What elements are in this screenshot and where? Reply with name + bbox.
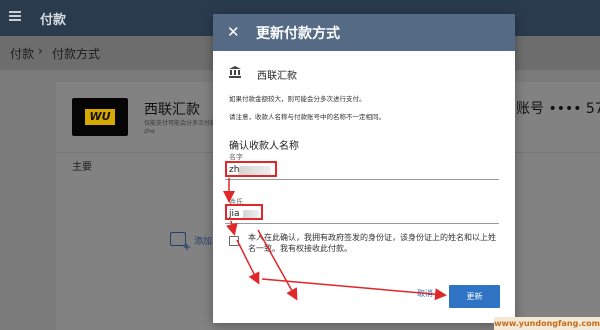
- split-payment-note: 如果付款金额较大，则可能会分多次进行支付。: [229, 95, 366, 103]
- site-watermark: www.yundongfang.com: [494, 317, 600, 330]
- close-icon[interactable]: ✕: [227, 23, 240, 41]
- redacted-first-name: [239, 166, 271, 176]
- bank-name: 西联汇款: [257, 71, 297, 82]
- bank-icon: [229, 66, 241, 78]
- card-account-number: 账号 •••• 5764: [516, 101, 600, 117]
- card-method-name: 西联汇款: [144, 102, 200, 118]
- cancel-button[interactable]: 取消: [417, 288, 433, 299]
- app-title: 付款: [40, 13, 67, 28]
- dialog-title: 更新付款方式: [256, 26, 340, 42]
- update-payment-dialog: ✕ 更新付款方式 西联汇款 如果付款金额较大，则可能会分多次进行支付。 请注意，…: [213, 14, 515, 323]
- breadcrumb-separator: ›: [38, 44, 43, 58]
- last-name-field[interactable]: [225, 204, 499, 224]
- breadcrumb-root[interactable]: 付款: [10, 45, 34, 62]
- confirm-name-heading: 确认收款人名称: [229, 141, 299, 152]
- add-payment-link[interactable]: 添加: [194, 234, 212, 247]
- redacted-last-name: [243, 210, 259, 220]
- name-mismatch-note: 请注意，收款人名称与付款账号中的名称不一定相同。: [229, 113, 385, 121]
- western-union-logo: WU: [72, 98, 128, 136]
- identity-confirm-checkbox[interactable]: [229, 236, 239, 246]
- update-button[interactable]: 更新: [449, 285, 500, 308]
- menu-icon[interactable]: [9, 11, 21, 21]
- add-payment-icon[interactable]: [170, 232, 191, 253]
- identity-confirm-text: 本人在此确认，我拥有政府签发的身份证，该身份证上的姓名和以上姓名一致。我有权接收…: [248, 233, 496, 253]
- card-section-label: 主要: [72, 162, 92, 173]
- breadcrumb-current: 付款方式: [52, 47, 101, 61]
- card-subtext: 仅能支付可能会分多次付款: [144, 120, 217, 127]
- dialog-header: ✕ 更新付款方式: [213, 14, 515, 51]
- card-subtext-account: zhe: [144, 128, 155, 135]
